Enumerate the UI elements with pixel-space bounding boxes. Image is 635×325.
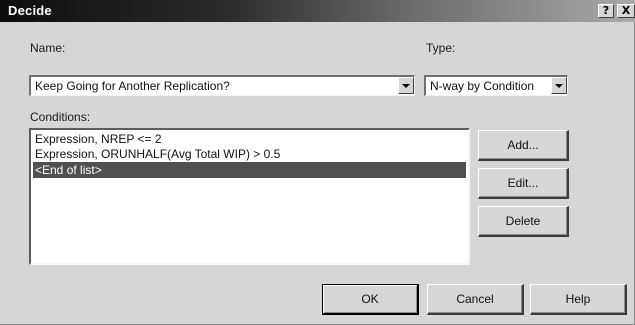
help-button[interactable]: Help [530, 284, 627, 315]
name-combobox[interactable]: Keep Going for Another Replication? [29, 75, 415, 96]
cancel-button[interactable]: Cancel [427, 284, 524, 315]
decide-dialog: Decide ? X Name: Type: Keep Going for An… [0, 0, 635, 325]
edit-button[interactable]: Edit... [478, 168, 569, 199]
conditions-list[interactable]: Expression, NREP <= 2 Expression, ORUNHA… [29, 128, 470, 265]
chevron-down-icon [555, 84, 563, 88]
window-title: Decide [8, 3, 52, 18]
add-button[interactable]: Add... [478, 130, 569, 161]
type-combobox[interactable]: N-way by Condition [424, 75, 568, 96]
type-label: Type: [426, 41, 456, 55]
list-item[interactable]: Expression, ORUNHALF(Avg Total WIP) > 0.… [33, 147, 466, 161]
conditions-label: Conditions: [30, 110, 91, 124]
help-title-button[interactable]: ? [598, 4, 614, 18]
list-item-end-of-list[interactable]: <End of list> [33, 162, 466, 178]
delete-button[interactable]: Delete [478, 206, 569, 237]
name-dropdown-button[interactable] [398, 77, 414, 94]
list-item[interactable]: Expression, NREP <= 2 [33, 132, 466, 146]
name-value: Keep Going for Another Replication? [35, 79, 230, 93]
title-bar[interactable]: Decide ? X [0, 0, 635, 22]
type-value: N-way by Condition [430, 79, 535, 93]
close-title-button[interactable]: X [617, 4, 635, 18]
type-dropdown-button[interactable] [551, 77, 567, 94]
name-label: Name: [30, 41, 66, 55]
ok-button[interactable]: OK [322, 284, 419, 315]
chevron-down-icon [402, 84, 410, 88]
